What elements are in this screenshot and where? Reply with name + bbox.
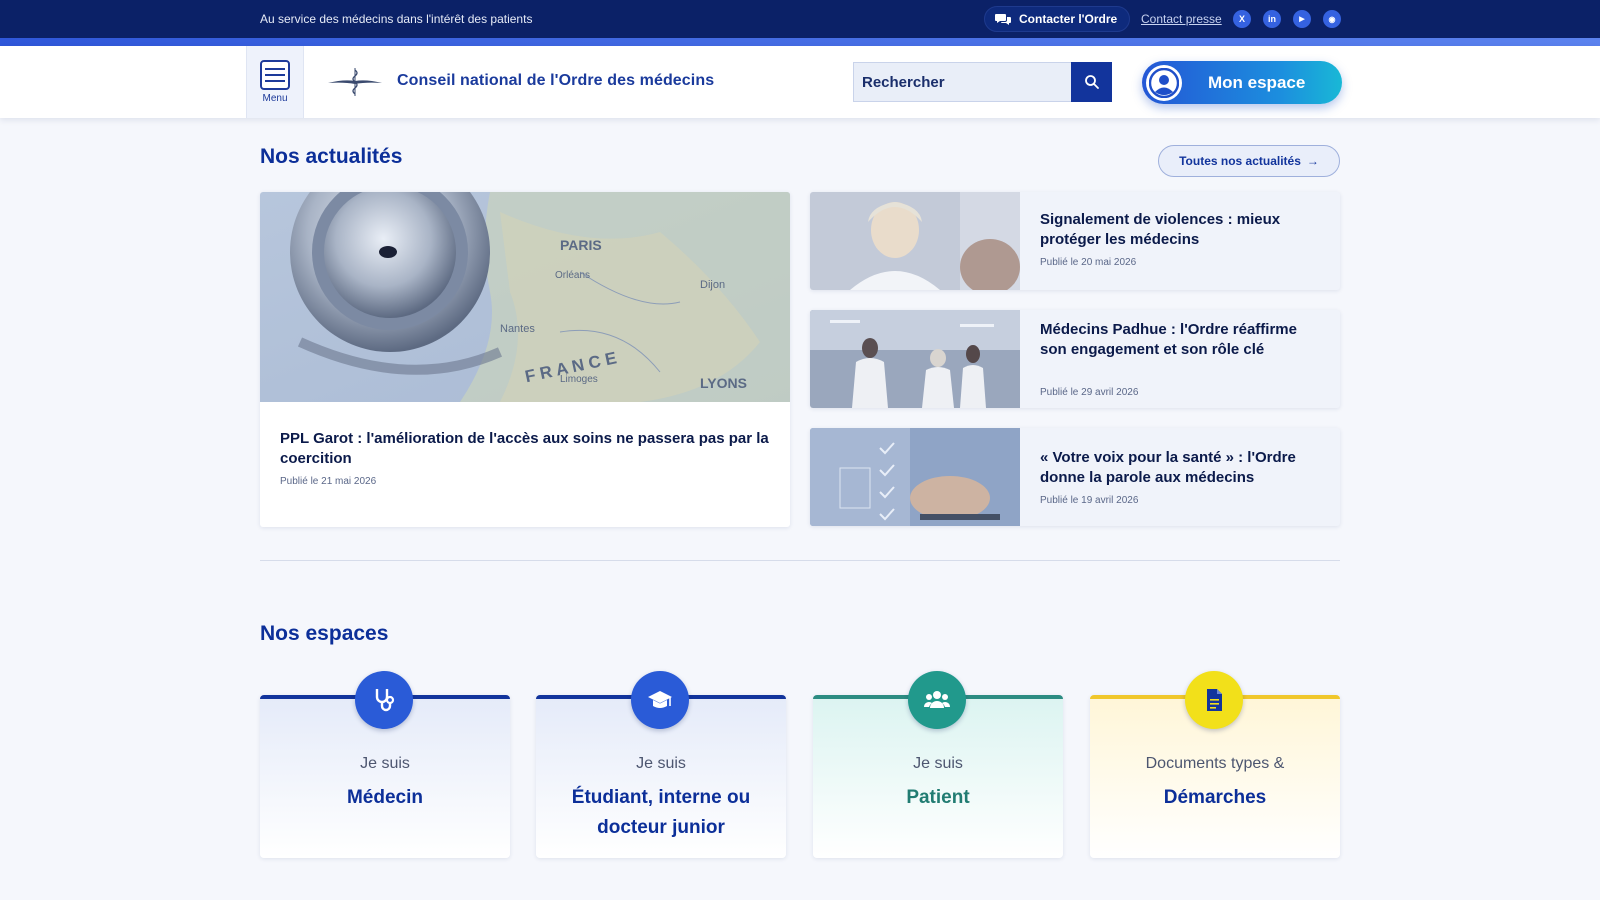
map-label-dijon: Dijon xyxy=(700,279,725,291)
user-avatar-icon xyxy=(1146,64,1182,101)
space-card-student[interactable]: Je suis Étudiant, interne ou docteur jun… xyxy=(536,671,786,858)
checklist-hand-image xyxy=(810,428,1020,526)
contact-order-button[interactable]: Contacter l'Ordre xyxy=(984,6,1131,32)
top-bar-accent xyxy=(0,38,1600,46)
news-title: Signalement de violences : mieux protége… xyxy=(1040,211,1281,248)
menu-label: Menu xyxy=(262,93,288,104)
all-news-label: Toutes nos actualités xyxy=(1179,154,1301,168)
doctor-portrait-image xyxy=(810,192,1020,290)
stethoscope-icon xyxy=(355,671,413,729)
x-icon[interactable]: X xyxy=(1233,10,1251,28)
cnom-logo[interactable] xyxy=(326,64,384,98)
tagline: Au service des médecins dans l'intérêt d… xyxy=(260,12,533,26)
news-card[interactable]: « Votre voix pour la santé » : l'Ordre d… xyxy=(810,428,1340,526)
news-date: Publié le 19 avril 2026 xyxy=(1040,495,1139,506)
map-label-lyons: LYONS xyxy=(700,375,747,391)
news-date: Publié le 29 avril 2026 xyxy=(1040,387,1139,398)
map-label-paris: PARIS xyxy=(560,237,602,253)
menu-button[interactable]: Menu xyxy=(246,46,304,118)
news-card[interactable]: Médecins Padhue : l'Ordre réaffirme son … xyxy=(810,310,1340,408)
document-icon xyxy=(1185,671,1243,729)
space-card-main: Étudiant, interne ou docteur junior xyxy=(571,787,751,838)
section-divider xyxy=(260,560,1340,561)
all-news-button[interactable]: Toutes nos actualités → xyxy=(1158,145,1340,177)
linkedin-icon[interactable]: in xyxy=(1263,10,1281,28)
space-card-doctor[interactable]: Je suis Médecin xyxy=(260,671,510,858)
space-card-documents[interactable]: Documents types & Démarches xyxy=(1090,671,1340,858)
news-card[interactable]: Signalement de violences : mieux protége… xyxy=(810,192,1340,290)
space-card-pre: Je suis xyxy=(913,755,963,772)
featured-news-date: Publié le 21 mai 2026 xyxy=(280,476,377,487)
stethoscope-map-image: PARIS Orléans Nantes Dijon Limoges LYONS… xyxy=(260,192,790,402)
space-card-main: Démarches xyxy=(1163,787,1267,808)
arrow-right-icon: → xyxy=(1306,154,1319,168)
map-label-orleans: Orléans xyxy=(555,270,590,281)
featured-news-card[interactable]: PARIS Orléans Nantes Dijon Limoges LYONS… xyxy=(260,192,790,527)
search-icon xyxy=(1084,75,1099,89)
my-space-button[interactable]: Mon espace xyxy=(1142,61,1342,104)
youtube-icon[interactable]: ▶ xyxy=(1293,10,1311,28)
hamburger-icon xyxy=(260,60,290,90)
search-button[interactable] xyxy=(1071,62,1112,102)
space-card-patient[interactable]: Je suis Patient xyxy=(813,671,1063,858)
graduation-cap-icon xyxy=(631,671,689,729)
rss-icon[interactable]: ◉ xyxy=(1323,10,1341,28)
map-label-nantes: Nantes xyxy=(500,323,535,335)
news-title: Médecins Padhue : l'Ordre réaffirme son … xyxy=(1040,321,1297,358)
my-space-label: Mon espace xyxy=(1208,72,1306,92)
space-card-pre: Je suis xyxy=(360,755,410,772)
contact-order-label: Contacter l'Ordre xyxy=(1019,12,1118,26)
space-card-pre: Documents types & xyxy=(1145,755,1285,772)
chat-icon xyxy=(995,14,1011,25)
space-card-pre: Je suis xyxy=(636,755,686,772)
site-header: Menu Conseil national de l'Ordre des méd… xyxy=(0,46,1600,118)
doctors-corridor-image xyxy=(810,310,1020,408)
users-icon xyxy=(908,671,966,729)
news-section-title: Nos actualités xyxy=(260,145,403,168)
news-title: « Votre voix pour la santé » : l'Ordre d… xyxy=(1040,449,1296,486)
news-date: Publié le 20 mai 2026 xyxy=(1040,257,1137,268)
space-card-main: Médecin xyxy=(346,787,424,808)
top-bar: Au service des médecins dans l'intérêt d… xyxy=(0,0,1600,38)
site-title[interactable]: Conseil national de l'Ordre des médecins xyxy=(397,72,714,90)
featured-news-title: PPL Garot : l'amélioration de l'accès au… xyxy=(280,430,769,467)
spaces-section-title: Nos espaces xyxy=(260,622,389,645)
search-input[interactable]: Rechercher xyxy=(853,62,1071,102)
space-card-main: Patient xyxy=(906,787,970,808)
press-contact-link[interactable]: Contact presse xyxy=(1141,12,1222,26)
